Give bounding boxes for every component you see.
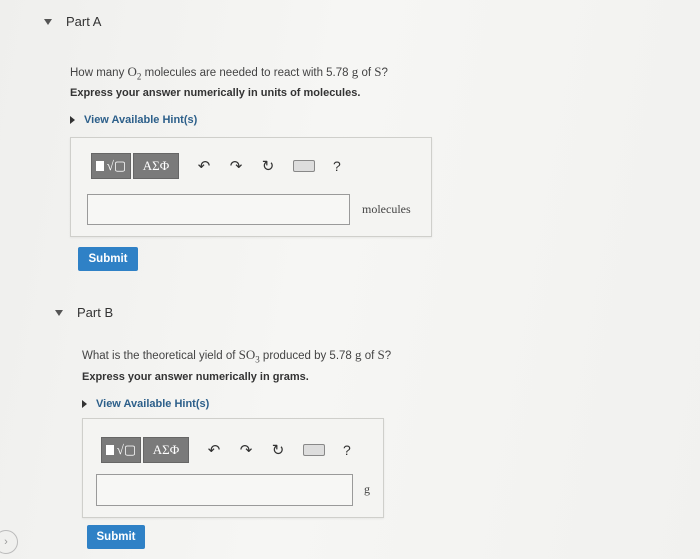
keyboard-icon[interactable] [303,444,325,456]
greek-symbols-button[interactable]: ΑΣΦ [143,437,189,463]
question-text: How many [70,67,128,79]
species-o2: O2 [127,64,142,82]
collapse-caret-icon[interactable] [55,309,63,316]
expand-triangle-icon [70,116,75,124]
help-icon[interactable]: ? [343,442,351,458]
hint-label: View Available Hint(s) [84,114,198,126]
part-a-hint-link[interactable]: View Available Hint(s) [70,114,197,126]
part-a-header[interactable]: Part A [44,14,101,29]
part-a-question: How many O2 molecules are needed to reac… [70,64,388,82]
undo-icon[interactable]: ↶ [197,157,211,175]
question-text: What is the theoretical yield of [82,350,239,362]
redo-icon[interactable]: ↷ [229,157,243,175]
question-text: ? [381,67,388,79]
part-a-title: Part A [66,14,102,29]
question-text: ? [384,350,392,362]
part-b-header[interactable]: Part B [55,305,113,320]
question-text: molecules are needed to react with 5.78 [141,67,352,79]
species-s: S [377,347,385,362]
help-icon[interactable]: ? [333,158,341,174]
collapse-caret-icon[interactable] [44,18,52,25]
part-b-hint-link[interactable]: View Available Hint(s) [82,398,209,410]
question-text: of [361,350,378,362]
templates-button[interactable]: √▢ [101,437,141,463]
redo-icon[interactable]: ↷ [239,441,253,459]
part-a-unit-label: molecules [362,202,411,216]
part-b-submit-button[interactable]: Submit [87,525,145,549]
part-b-question: What is the theoretical yield of SO3 pro… [82,347,391,365]
reset-icon[interactable]: ↻ [271,441,285,459]
part-b-unit-label: g [364,482,370,496]
part-b-instruction: Express your answer numerically in grams… [82,371,309,383]
part-b-answer-input[interactable] [96,474,353,506]
question-text: produced by 5.78 [259,350,355,362]
hint-label: View Available Hint(s) [96,398,210,410]
expand-triangle-icon [82,400,87,408]
question-text: of [358,67,375,79]
undo-icon[interactable]: ↶ [207,441,221,459]
part-b-toolbar: √▢ ΑΣΦ ↶ ↷ ↻ ? [101,437,351,463]
reset-icon[interactable]: ↻ [261,157,275,175]
part-a-toolbar: √▢ ΑΣΦ ↶ ↷ ↻ ? [91,153,341,179]
greek-symbols-button[interactable]: ΑΣΦ [133,153,179,179]
part-b-title: Part B [77,305,114,320]
keyboard-icon[interactable] [293,160,315,172]
part-a-answer-input[interactable] [87,194,350,225]
species-so3: SO3 [238,347,260,365]
part-a-instruction: Express your answer numerically in units… [70,87,361,99]
part-a-submit-button[interactable]: Submit [78,247,138,271]
templates-button[interactable]: √▢ [91,153,131,179]
